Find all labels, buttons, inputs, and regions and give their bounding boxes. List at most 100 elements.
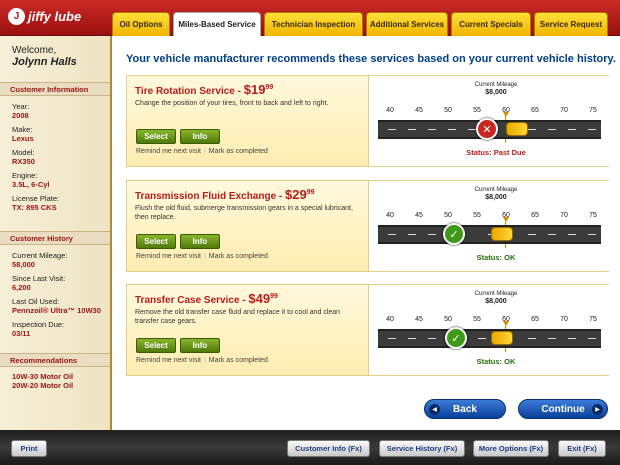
customer-information-heading: Customer Information [0, 82, 110, 96]
back-button[interactable]: ◀ Back [424, 399, 506, 419]
current-mileage-caption: Current Mileage [474, 187, 518, 193]
tab-service-request[interactable]: Service Request [534, 12, 608, 36]
customer-name: Jolynn Halls [12, 56, 77, 68]
service-description: Remove the old transfer case fluid and r… [135, 309, 341, 325]
since-last-visit-value: 6,200 [12, 283, 31, 292]
mileage-pin-icon [503, 321, 509, 326]
tick-label: 70 [560, 316, 568, 323]
price-dollars: 29 [292, 187, 307, 202]
tick-label: 55 [473, 212, 481, 219]
current-mileage-marker: Current Mileage $8,000 [475, 290, 518, 306]
x-icon: ✕ [476, 118, 498, 140]
tick-label: 70 [560, 212, 568, 219]
recommendation-item: 20W-20 Motor Oil [12, 381, 74, 390]
status-label: Status: OK [476, 253, 516, 262]
current-mileage-caption: Current Mileage [474, 82, 518, 88]
recommendation-item: 10W-30 Motor Oil [12, 372, 74, 381]
tick-label: 55 [473, 107, 481, 114]
last-oil-label: Last Oil Used: [12, 297, 60, 306]
mark-completed-link[interactable]: Mark as completed [209, 253, 268, 260]
vehicle-info: Year: 2008 Make: Lexus Model: RX350 Engi… [12, 102, 59, 212]
service-title: Transfer Case Service - $4999 [135, 291, 278, 306]
more-options-button[interactable]: More Options (Fx) [473, 440, 549, 457]
welcome-text: Welcome, [12, 45, 57, 56]
tick-label: 45 [415, 107, 423, 114]
car-icon [491, 331, 513, 345]
remind-me-link[interactable]: Remind me next visit [136, 253, 201, 260]
tab-miles-based-service[interactable]: Miles-Based Service [173, 12, 261, 36]
inspection-due-value: 03/11 [12, 329, 31, 338]
recommendations-list: 10W-30 Motor Oil 20W-20 Motor Oil [12, 372, 73, 390]
mark-completed-link[interactable]: Mark as completed [209, 148, 268, 155]
service-name: Transfer Case Service - [135, 295, 249, 306]
page-headline: Your vehicle manufacturer recommends the… [126, 53, 616, 65]
service-description: Change the position of your tires, front… [135, 100, 329, 107]
current-mileage-value: 58,000 [12, 260, 35, 269]
service-card-transfer-case: Transfer Case Service - $4999 Remove the… [126, 284, 609, 376]
mileage-ticks: 40 45 50 55 60 65 70 75 [378, 316, 601, 326]
tab-oil-options[interactable]: Oil Options [112, 12, 170, 36]
service-name: Transmission Fluid Exchange - [135, 191, 286, 202]
continue-button[interactable]: Continue ▶ [518, 399, 608, 419]
service-title: Tire Rotation Service - $1999 [135, 82, 273, 97]
select-button[interactable]: Select [136, 338, 176, 353]
price-cents: 99 [306, 189, 315, 196]
remind-me-link[interactable]: Remind me next visit [136, 148, 201, 155]
print-button[interactable]: Print [11, 440, 47, 457]
info-button[interactable]: Info [180, 338, 220, 353]
select-button[interactable]: Select [136, 129, 176, 144]
mileage-gauge: Current Mileage $8,000 40 45 50 55 60 65 … [368, 285, 609, 375]
service-history-button[interactable]: Service History (Fx) [379, 440, 465, 457]
select-button[interactable]: Select [136, 234, 176, 249]
info-button[interactable]: Info [180, 234, 220, 249]
check-icon: ✓ [443, 223, 465, 245]
price-dollars: 19 [250, 82, 266, 97]
car-icon [491, 227, 513, 241]
service-card-tire-rotation: Tire Rotation Service - $1999 Change the… [126, 75, 609, 167]
mileage-gauge: Current Mileage $8,000 40 45 50 55 60 65 … [368, 76, 609, 166]
tab-current-specials[interactable]: Current Specials [451, 12, 531, 36]
year-label: Year: [12, 102, 30, 111]
road-track [378, 329, 601, 348]
tick-label: 50 [444, 316, 452, 323]
remind-me-link[interactable]: Remind me next visit [136, 357, 201, 364]
current-mileage-marker: Current Mileage $8,000 [475, 186, 518, 202]
tick-label: 40 [386, 212, 394, 219]
tab-additional-services[interactable]: Additional Services [366, 12, 448, 36]
jiffy-lube-logo: J jiffy lube [8, 8, 81, 25]
current-mileage-value: $8,000 [485, 89, 507, 96]
arrow-left-icon: ◀ [429, 404, 440, 415]
mark-completed-link[interactable]: Mark as completed [209, 357, 268, 364]
main-tabs: Oil Options Miles-Based Service Technici… [112, 12, 611, 36]
current-mileage-value: $8,000 [485, 194, 507, 201]
mileage-ticks: 40 45 50 55 60 65 70 75 [378, 212, 601, 222]
make-value: Lexus [12, 134, 34, 143]
current-mileage-label: Current Mileage: [12, 251, 68, 260]
current-mileage-caption: Current Mileage [474, 291, 518, 297]
customer-info-button[interactable]: Customer Info (Fx) [287, 440, 370, 457]
info-button[interactable]: Info [180, 129, 220, 144]
tick-label: 40 [386, 316, 394, 323]
current-mileage-marker: Current Mileage $8,000 [475, 81, 518, 97]
status-label: Status: Past Due [466, 148, 526, 157]
tick-label: 75 [589, 107, 597, 114]
continue-label: Continue [541, 403, 585, 415]
tick-label: 45 [415, 316, 423, 323]
car-icon [506, 122, 528, 136]
tab-technician-inspection[interactable]: Technician Inspection [264, 12, 363, 36]
engine-label: Engine: [12, 171, 38, 180]
action-separator: | [203, 357, 206, 364]
license-plate-label: License Plate: [12, 194, 60, 203]
tick-label: 65 [531, 107, 539, 114]
service-description: Flush the old fluid, submerge transmissi… [135, 205, 353, 221]
tick-label: 45 [415, 212, 423, 219]
arrow-right-icon: ▶ [592, 404, 603, 415]
back-label: Back [453, 403, 477, 415]
service-price: $4999 [248, 291, 278, 306]
exit-button[interactable]: Exit (Fx) [558, 440, 606, 457]
tick-label: 50 [444, 107, 452, 114]
engine-value: 3.5L, 6-Cyl [12, 180, 50, 189]
price-currency: $ [243, 82, 251, 97]
model-label: Model: [12, 148, 35, 157]
price-cents: 99 [265, 84, 274, 91]
